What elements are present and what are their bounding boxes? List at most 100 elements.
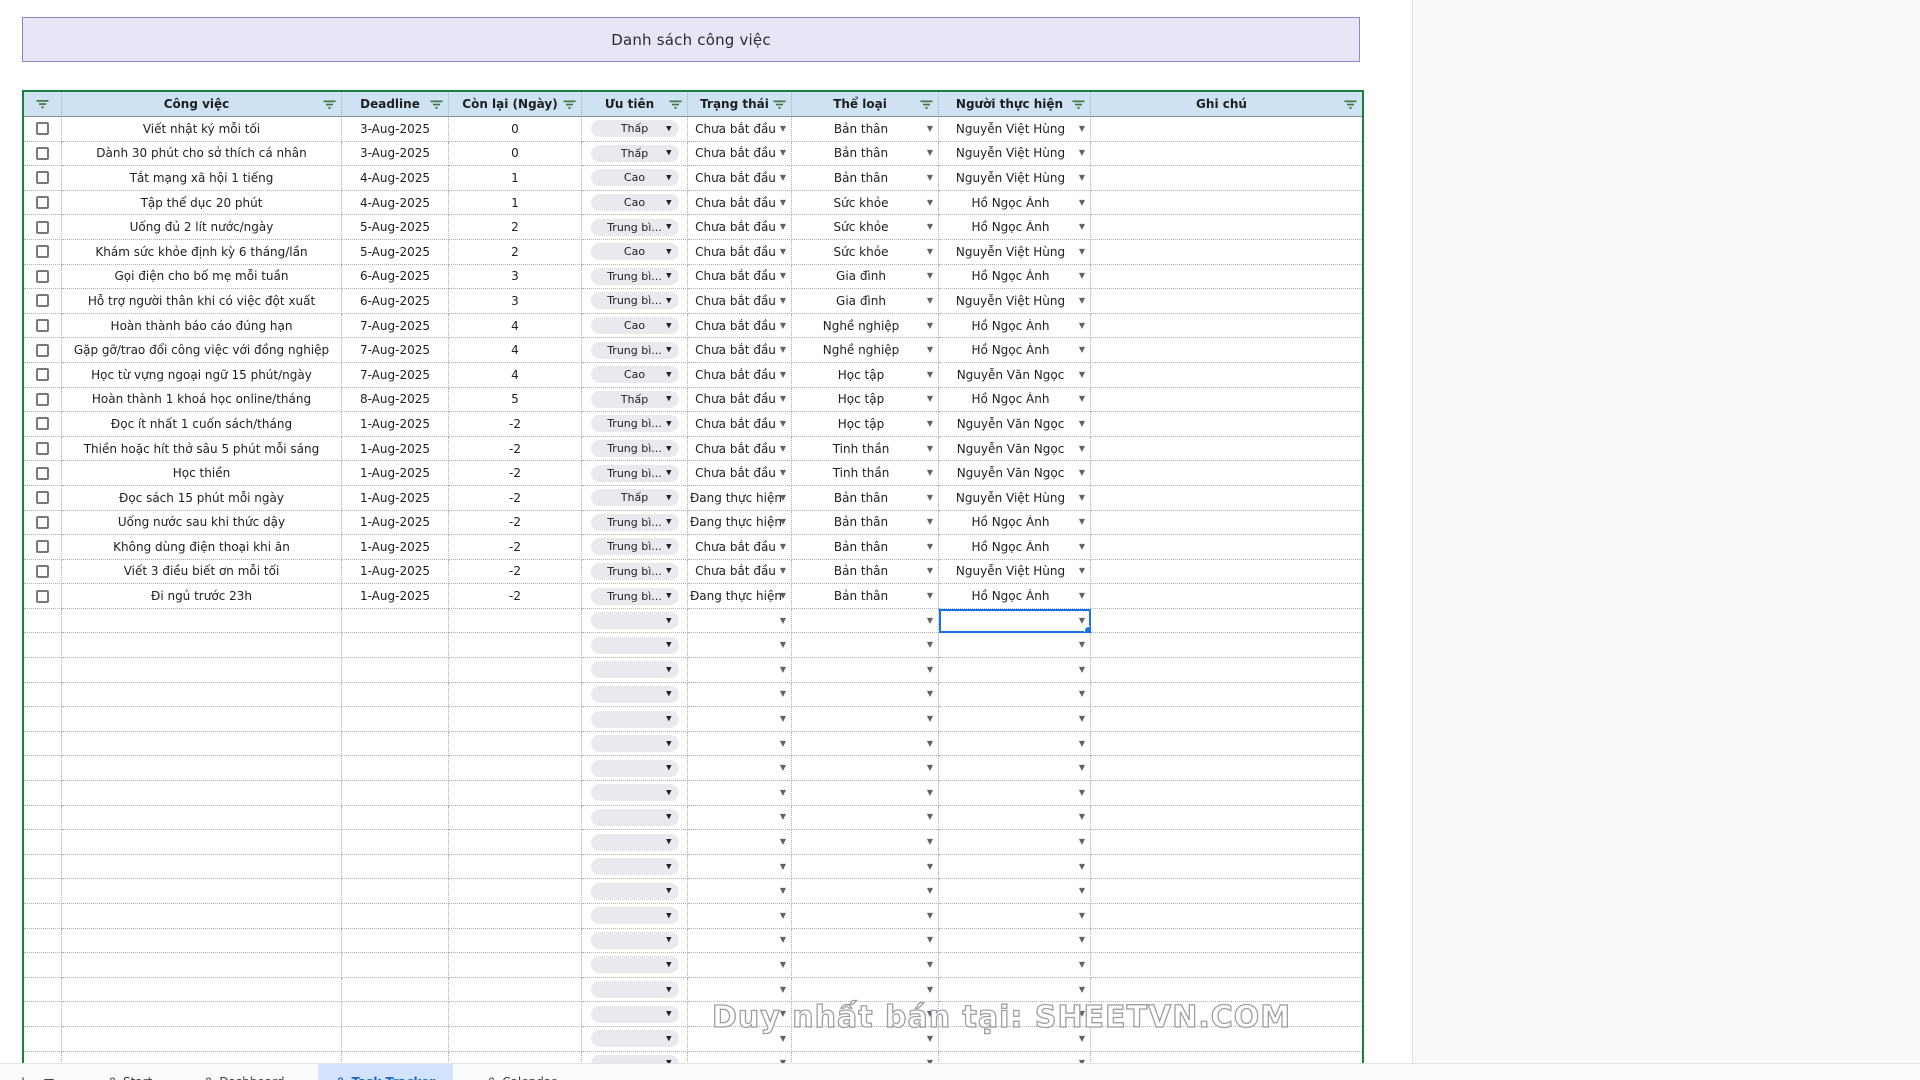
chevron-down-icon[interactable]: ▼	[1079, 1035, 1085, 1043]
category-cell[interactable]: ▼	[792, 707, 939, 732]
priority-chip[interactable]: Thấp▼	[591, 391, 679, 408]
remaining-cell[interactable]: -2	[449, 486, 582, 511]
category-cell[interactable]: Gia đình▼	[792, 265, 939, 290]
select-cell[interactable]	[24, 265, 62, 290]
row-checkbox[interactable]	[36, 270, 49, 283]
remaining-cell[interactable]: 2	[449, 215, 582, 240]
category-cell[interactable]: Sức khỏe▼	[792, 191, 939, 216]
priority-chip[interactable]: ▼	[591, 1006, 679, 1023]
row-checkbox[interactable]	[36, 540, 49, 553]
chevron-down-icon[interactable]: ▼	[927, 199, 933, 207]
chevron-down-icon[interactable]: ▼	[927, 149, 933, 157]
priority-cell[interactable]: Cao▼	[582, 363, 688, 388]
chevron-down-icon[interactable]: ▼	[1079, 297, 1085, 305]
remaining-cell[interactable]	[449, 1027, 582, 1052]
priority-cell[interactable]: Cao▼	[582, 191, 688, 216]
remaining-cell[interactable]: -2	[449, 511, 582, 536]
category-cell[interactable]: ▼	[792, 1002, 939, 1027]
assignee-cell[interactable]: ▼	[939, 904, 1091, 929]
chevron-down-icon[interactable]: ▼	[780, 149, 786, 157]
row-checkbox[interactable]	[36, 196, 49, 209]
chevron-down-icon[interactable]: ▼	[1079, 272, 1085, 280]
status-cell[interactable]: ▼	[688, 756, 792, 781]
row-checkbox[interactable]	[36, 368, 49, 381]
row-checkbox[interactable]	[36, 565, 49, 578]
notes-cell[interactable]	[1091, 781, 1362, 806]
deadline-cell[interactable]	[342, 658, 449, 683]
remaining-cell[interactable]	[449, 609, 582, 634]
chevron-down-icon[interactable]: ▼	[1079, 592, 1085, 600]
add-sheet-button[interactable]: +	[10, 1064, 36, 1080]
chevron-down-icon[interactable]: ▼	[1079, 371, 1085, 379]
priority-chip[interactable]: ▼	[591, 661, 679, 678]
select-cell[interactable]	[24, 584, 62, 609]
priority-cell[interactable]: Thấp▼	[582, 142, 688, 167]
category-cell[interactable]: Bản thân▼	[792, 142, 939, 167]
status-cell[interactable]: Chưa bắt đầu▼	[688, 388, 792, 413]
chevron-down-icon[interactable]: ▼	[780, 322, 786, 330]
task-cell[interactable]: Đọc ít nhất 1 cuốn sách/tháng	[62, 412, 342, 437]
notes-cell[interactable]	[1091, 265, 1362, 290]
priority-chip[interactable]: ▼	[591, 784, 679, 801]
chevron-down-icon[interactable]: ▼	[927, 592, 933, 600]
category-cell[interactable]: Bản thân▼	[792, 584, 939, 609]
priority-chip[interactable]: ▼	[591, 956, 679, 973]
chevron-down-icon[interactable]: ▼	[780, 592, 786, 600]
remaining-cell[interactable]: -2	[449, 412, 582, 437]
chevron-down-icon[interactable]: ▼	[1079, 346, 1085, 354]
priority-cell[interactable]: Trung bì...▼	[582, 511, 688, 536]
chevron-down-icon[interactable]: ▼	[927, 936, 933, 944]
task-cell[interactable]: Tắt mạng xã hội 1 tiếng	[62, 166, 342, 191]
chevron-down-icon[interactable]: ▼	[780, 1010, 786, 1018]
chevron-down-icon[interactable]: ▼	[927, 371, 933, 379]
select-cell[interactable]	[24, 707, 62, 732]
remaining-cell[interactable]: -2	[449, 560, 582, 585]
status-cell[interactable]: ▼	[688, 732, 792, 757]
select-cell[interactable]	[24, 953, 62, 978]
chevron-down-icon[interactable]: ▼	[1079, 395, 1085, 403]
deadline-cell[interactable]	[342, 707, 449, 732]
category-cell[interactable]: ▼	[792, 953, 939, 978]
filter-icon[interactable]	[562, 98, 576, 111]
assignee-cell[interactable]: Hồ Ngọc Ánh▼	[939, 584, 1091, 609]
category-cell[interactable]: Tinh thần▼	[792, 461, 939, 486]
task-cell[interactable]: Gọi điện cho bố mẹ mỗi tuần	[62, 265, 342, 290]
select-cell[interactable]	[24, 363, 62, 388]
category-cell[interactable]: ▼	[792, 904, 939, 929]
chevron-down-icon[interactable]: ▼	[927, 420, 933, 428]
assignee-cell[interactable]: ▼	[939, 978, 1091, 1003]
deadline-cell[interactable]	[342, 830, 449, 855]
tab-dashboard[interactable]: Dashboard	[186, 1064, 302, 1080]
category-cell[interactable]: Bản thân▼	[792, 486, 939, 511]
remaining-cell[interactable]: -2	[449, 535, 582, 560]
select-cell[interactable]	[24, 1002, 62, 1027]
chevron-down-icon[interactable]: ▼	[1079, 567, 1085, 575]
remaining-cell[interactable]	[449, 953, 582, 978]
notes-cell[interactable]	[1091, 609, 1362, 634]
priority-cell[interactable]: ▼	[582, 756, 688, 781]
priority-chip[interactable]: Thấp▼	[591, 489, 679, 506]
chevron-down-icon[interactable]: ▼	[780, 297, 786, 305]
chevron-down-icon[interactable]: ▼	[1079, 715, 1085, 723]
chevron-down-icon[interactable]: ▼	[1079, 986, 1085, 994]
remaining-cell[interactable]	[449, 756, 582, 781]
notes-cell[interactable]	[1091, 633, 1362, 658]
deadline-cell[interactable]	[342, 683, 449, 708]
chevron-down-icon[interactable]: ▼	[927, 494, 933, 502]
select-cell[interactable]	[24, 511, 62, 536]
remaining-cell[interactable]: 2	[449, 240, 582, 265]
chevron-down-icon[interactable]: ▼	[780, 199, 786, 207]
chevron-down-icon[interactable]: ▼	[780, 838, 786, 846]
task-cell[interactable]: Hỗ trợ người thân khi có việc đột xuất	[62, 289, 342, 314]
priority-cell[interactable]: Trung bì...▼	[582, 535, 688, 560]
chevron-down-icon[interactable]: ▼	[780, 174, 786, 182]
chevron-down-icon[interactable]: ▼	[1079, 174, 1085, 182]
task-cell[interactable]: Uống đủ 2 lít nước/ngày	[62, 215, 342, 240]
priority-chip[interactable]: Trung bì...▼	[591, 563, 679, 580]
priority-cell[interactable]: ▼	[582, 879, 688, 904]
remaining-cell[interactable]: -2	[449, 584, 582, 609]
select-cell[interactable]	[24, 191, 62, 216]
chevron-down-icon[interactable]: ▼	[927, 1010, 933, 1018]
chevron-down-icon[interactable]: ▼	[1079, 863, 1085, 871]
chevron-down-icon[interactable]: ▼	[1079, 469, 1085, 477]
